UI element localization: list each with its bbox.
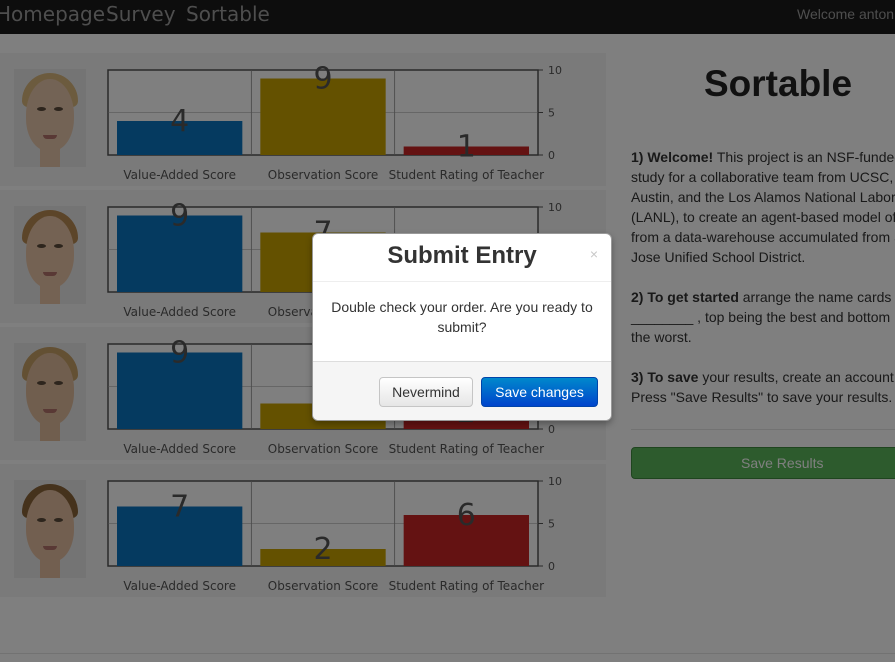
submit-entry-modal: Submit Entry × Double check your order. … (312, 233, 612, 421)
close-icon[interactable]: × (590, 246, 598, 262)
nevermind-button[interactable]: Nevermind (379, 377, 473, 407)
modal-title: Submit Entry (387, 242, 537, 269)
save-changes-button[interactable]: Save changes (481, 377, 598, 407)
modal-footer: Nevermind Save changes (313, 361, 611, 420)
modal-body: Double check your order. Are you ready t… (331, 299, 593, 335)
modal-header: Submit Entry × (313, 234, 611, 282)
